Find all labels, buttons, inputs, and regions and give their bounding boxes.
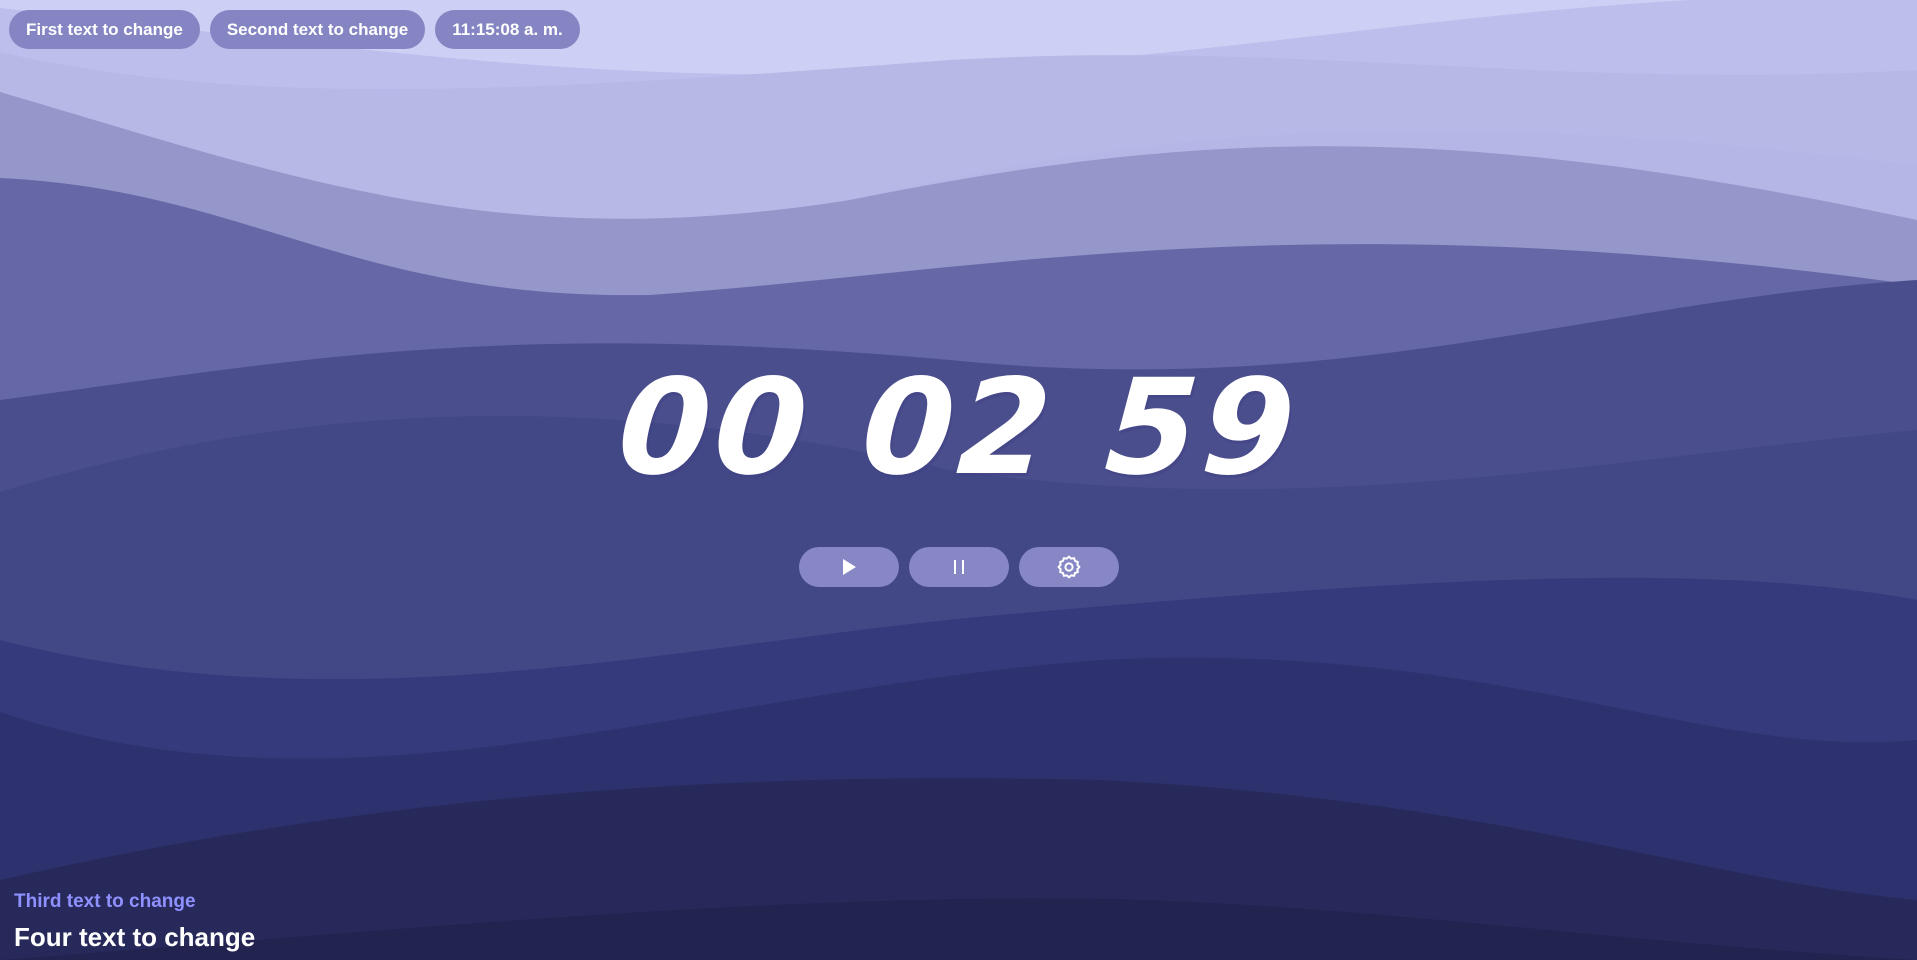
play-button[interactable]: [799, 547, 899, 587]
timer-controls: [799, 547, 1119, 587]
gear-icon: [1057, 555, 1081, 579]
timer-seconds: 59: [1100, 351, 1304, 505]
timer-minutes: 02: [857, 351, 1060, 505]
first-text-pill[interactable]: First text to change: [9, 10, 200, 49]
settings-button[interactable]: [1019, 547, 1119, 587]
pause-button[interactable]: [909, 547, 1009, 587]
footer-title: Four text to change: [14, 922, 256, 952]
countdown-display: 00 02 59: [0, 351, 1917, 505]
play-icon: [843, 559, 856, 575]
timer-hours: 00: [613, 351, 817, 505]
clock-pill[interactable]: 11:15:08 a. m.: [435, 10, 580, 49]
header-pills: First text to change Second text to chan…: [9, 10, 580, 49]
timer-screen: First text to change Second text to chan…: [0, 0, 1917, 960]
second-text-pill[interactable]: Second text to change: [209, 10, 426, 49]
pause-icon: [954, 560, 964, 574]
footer-subtitle: Third text to change: [14, 891, 196, 912]
